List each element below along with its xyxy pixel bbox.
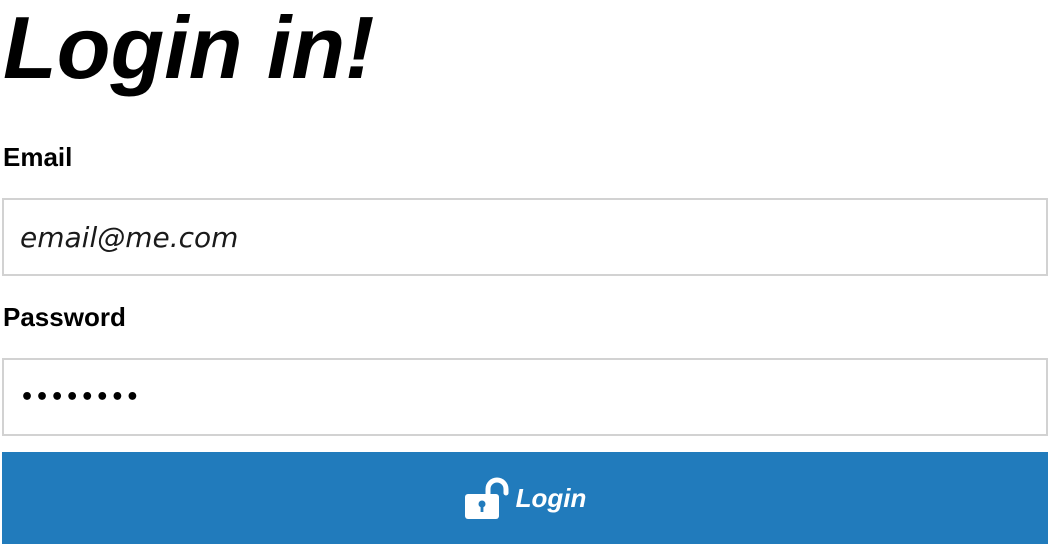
- email-label: Email: [3, 142, 73, 172]
- page-title: Login in!: [3, 0, 375, 97]
- email-input[interactable]: [4, 200, 1046, 274]
- login-button[interactable]: Login: [2, 452, 1048, 544]
- password-input[interactable]: [4, 360, 1046, 434]
- password-label: Password: [3, 302, 126, 332]
- email-field-container: [2, 198, 1048, 276]
- unlocked-padlock-icon: [464, 477, 512, 521]
- login-button-label: Login: [515, 483, 587, 513]
- password-field-container: [2, 358, 1048, 436]
- login-page: Login in! Email Password Login: [0, 0, 1048, 544]
